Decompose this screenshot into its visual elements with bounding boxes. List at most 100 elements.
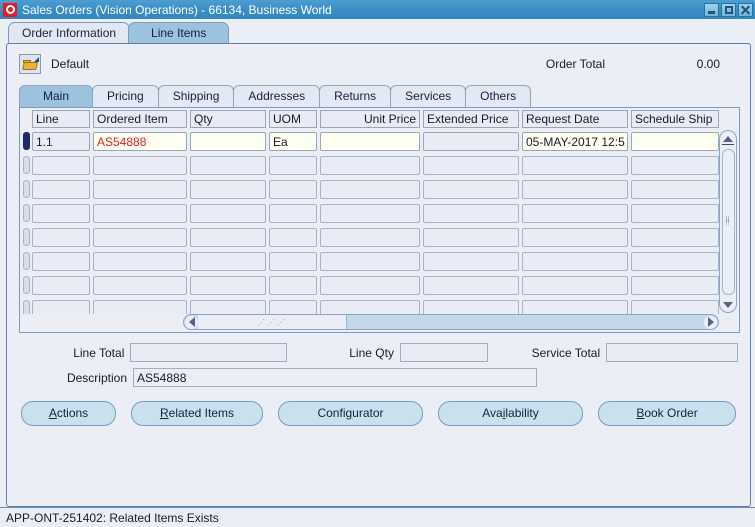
minimize-button[interactable]: [704, 2, 719, 17]
table-row[interactable]: [23, 297, 719, 314]
grid-cell[interactable]: [423, 299, 519, 314]
table-row[interactable]: [23, 249, 719, 273]
grid-cell[interactable]: [522, 203, 628, 223]
service-total-field[interactable]: [606, 343, 739, 362]
grid-cell[interactable]: [32, 179, 90, 199]
grid-cell[interactable]: [631, 299, 719, 314]
actions-button[interactable]: Actions: [21, 401, 116, 426]
table-row[interactable]: [23, 273, 719, 297]
record-indicator[interactable]: [23, 156, 30, 174]
grid-cell[interactable]: [93, 299, 187, 314]
grid-cell[interactable]: [522, 275, 628, 295]
folder-open-icon[interactable]: [19, 54, 41, 74]
grid-cell[interactable]: [190, 275, 266, 295]
tab-order-information[interactable]: Order Information: [8, 22, 131, 43]
grid-cell[interactable]: AS54888: [93, 131, 187, 151]
column-header[interactable]: Line: [32, 110, 90, 128]
grid-cell[interactable]: [93, 179, 187, 199]
availability-button[interactable]: Availability: [438, 401, 583, 426]
table-row[interactable]: [23, 201, 719, 225]
grid-cell[interactable]: [320, 227, 420, 247]
related-items-button[interactable]: Related Items: [131, 401, 263, 426]
grid-cell[interactable]: [423, 227, 519, 247]
record-indicator[interactable]: [23, 132, 30, 150]
grid-cell[interactable]: [32, 299, 90, 314]
grid-cell[interactable]: [190, 227, 266, 247]
column-header[interactable]: Qty: [190, 110, 266, 128]
table-row[interactable]: [23, 225, 719, 249]
grid-cell[interactable]: [320, 131, 420, 151]
grid-cell[interactable]: [320, 299, 420, 314]
grid-cell[interactable]: [93, 155, 187, 175]
column-header[interactable]: Unit Price: [320, 110, 420, 128]
tab-addresses[interactable]: Addresses: [233, 85, 321, 107]
grid-cell[interactable]: [631, 203, 719, 223]
grid-cell[interactable]: [423, 155, 519, 175]
grid-cell[interactable]: [522, 179, 628, 199]
grid-cell[interactable]: [320, 155, 420, 175]
table-row[interactable]: [23, 153, 719, 177]
grid-cell[interactable]: [522, 251, 628, 271]
grid-cell[interactable]: 05-MAY-2017 12:5: [522, 131, 628, 151]
grid-cell[interactable]: [32, 275, 90, 295]
grid-cell[interactable]: [190, 299, 266, 314]
tab-main[interactable]: Main: [19, 85, 94, 107]
record-indicator[interactable]: [23, 180, 30, 198]
grid-cell[interactable]: [320, 203, 420, 223]
vertical-scroll-thumb[interactable]: ⠿ ⠿: [721, 149, 735, 295]
grid-cell[interactable]: [423, 251, 519, 271]
tab-pricing[interactable]: Pricing: [92, 85, 159, 107]
maximize-button[interactable]: [721, 2, 736, 17]
close-button[interactable]: [738, 2, 753, 17]
tab-services[interactable]: Services: [390, 85, 467, 107]
grid-cell[interactable]: [269, 227, 317, 247]
record-indicator[interactable]: [23, 204, 30, 222]
grid-cell[interactable]: [423, 203, 519, 223]
grid-cell[interactable]: [190, 203, 266, 223]
grid-cell[interactable]: [631, 179, 719, 199]
record-indicator[interactable]: [23, 252, 30, 270]
grid-cell[interactable]: [631, 227, 719, 247]
grid-cell[interactable]: [631, 131, 719, 151]
record-indicator[interactable]: [23, 300, 30, 314]
grid-cell[interactable]: [320, 275, 420, 295]
grid-cell[interactable]: [190, 155, 266, 175]
configurator-button[interactable]: Configurator: [278, 401, 423, 426]
grid-cell[interactable]: [190, 251, 266, 271]
grid-cell[interactable]: [190, 131, 266, 151]
grid-cell[interactable]: [32, 203, 90, 223]
grid-cell[interactable]: [190, 179, 266, 199]
record-indicator[interactable]: [23, 276, 30, 294]
tab-others[interactable]: Others: [465, 85, 532, 107]
grid-cell[interactable]: [320, 251, 420, 271]
column-header[interactable]: Request Date: [522, 110, 628, 128]
grid-cell[interactable]: [32, 155, 90, 175]
grid-cell[interactable]: [93, 275, 187, 295]
grid-cell[interactable]: [631, 155, 719, 175]
record-indicator[interactable]: [23, 228, 30, 246]
tab-line-items[interactable]: Line Items: [128, 22, 230, 43]
grid-cell[interactable]: [269, 251, 317, 271]
grid-cell[interactable]: [269, 203, 317, 223]
grid-vertical-scrollbar[interactable]: ⠿ ⠿: [719, 130, 737, 313]
grid-cell[interactable]: [269, 275, 317, 295]
table-row[interactable]: [23, 177, 719, 201]
column-header[interactable]: Ordered Item: [93, 110, 187, 128]
grid-cell[interactable]: [93, 227, 187, 247]
grid-horizontal-scrollbar[interactable]: ⋰⋰⋰: [183, 314, 719, 330]
book-order-button[interactable]: Book Order: [598, 401, 736, 426]
grid-cell[interactable]: [631, 251, 719, 271]
grid-cell[interactable]: [522, 299, 628, 314]
grid-cell[interactable]: Ea: [269, 131, 317, 151]
scroll-up-arrow-icon[interactable]: [722, 133, 735, 144]
grid-cell[interactable]: [93, 251, 187, 271]
grid-cell[interactable]: 1.1: [32, 131, 90, 151]
line-total-field[interactable]: [130, 343, 287, 362]
grid-cell[interactable]: [269, 179, 317, 199]
grid-cell[interactable]: [32, 227, 90, 247]
grid-cell[interactable]: [93, 203, 187, 223]
grid-cell[interactable]: [32, 251, 90, 271]
horizontal-scroll-thumb[interactable]: ⋰⋰⋰: [198, 315, 347, 329]
table-row[interactable]: 1.1 AS54888 Ea 05-MAY-2017 12:5: [23, 129, 719, 153]
tab-shipping[interactable]: Shipping: [157, 85, 235, 107]
